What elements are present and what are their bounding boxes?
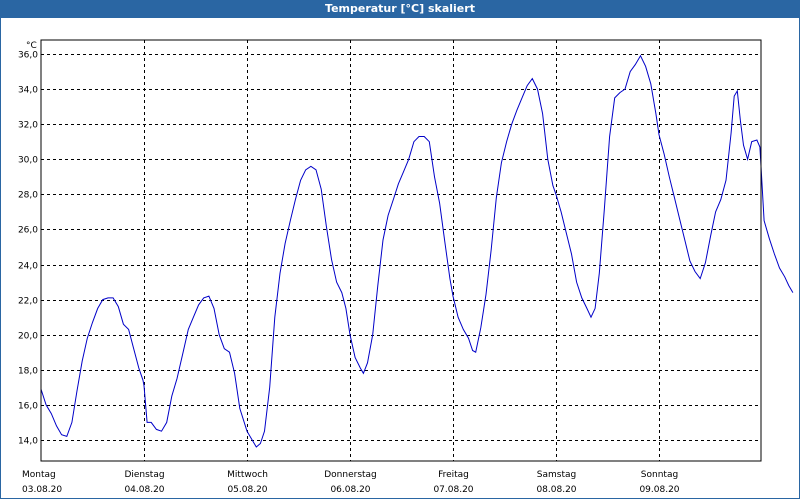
temperature-line (40, 54, 794, 448)
plot-area (40, 39, 762, 462)
y-tick-label: 30,0 (18, 156, 38, 166)
y-tick-label: 18,0 (18, 367, 38, 377)
x-tick-day: Montag (22, 470, 56, 480)
x-tick-date: 06.08.20 (330, 485, 370, 495)
x-tick-day: Samstag (537, 470, 576, 480)
y-tick-label: 16,0 (18, 402, 38, 412)
x-tick-day: Mittwoch (227, 470, 268, 480)
y-tick-label: 28,0 (18, 191, 38, 201)
x-tick-day: Dienstag (124, 470, 164, 480)
x-tick-day: Freitag (438, 470, 469, 480)
x-tick-date: 03.08.20 (22, 485, 62, 495)
x-tick-date: 05.08.20 (227, 485, 267, 495)
temperature-chart: °C 36,0 34,0 32,0 30,0 28,0 26,0 24,0 22,0 20,0 1… (18, 39, 794, 495)
y-tick-label: 26,0 (18, 226, 38, 236)
y-tick-label: 14,0 (18, 437, 38, 447)
y-tick-label: 32,0 (18, 121, 38, 131)
y-tick-label: 24,0 (18, 262, 38, 272)
x-tick-date: 09.08.20 (639, 485, 679, 495)
y-tick-label: 22,0 (18, 297, 38, 307)
y-tick-label: 36,0 (18, 51, 38, 61)
x-tick-date: 07.08.20 (433, 485, 473, 495)
x-tick-date: 08.08.20 (536, 485, 576, 495)
x-tick-day: Donnerstag (324, 470, 377, 480)
x-tick-day: Sonntag (641, 470, 678, 480)
y-tick-label: 20,0 (18, 332, 38, 342)
y-tick-label: 34,0 (18, 86, 38, 96)
unit-label: °C (26, 41, 37, 51)
x-tick-date: 04.08.20 (124, 485, 164, 495)
